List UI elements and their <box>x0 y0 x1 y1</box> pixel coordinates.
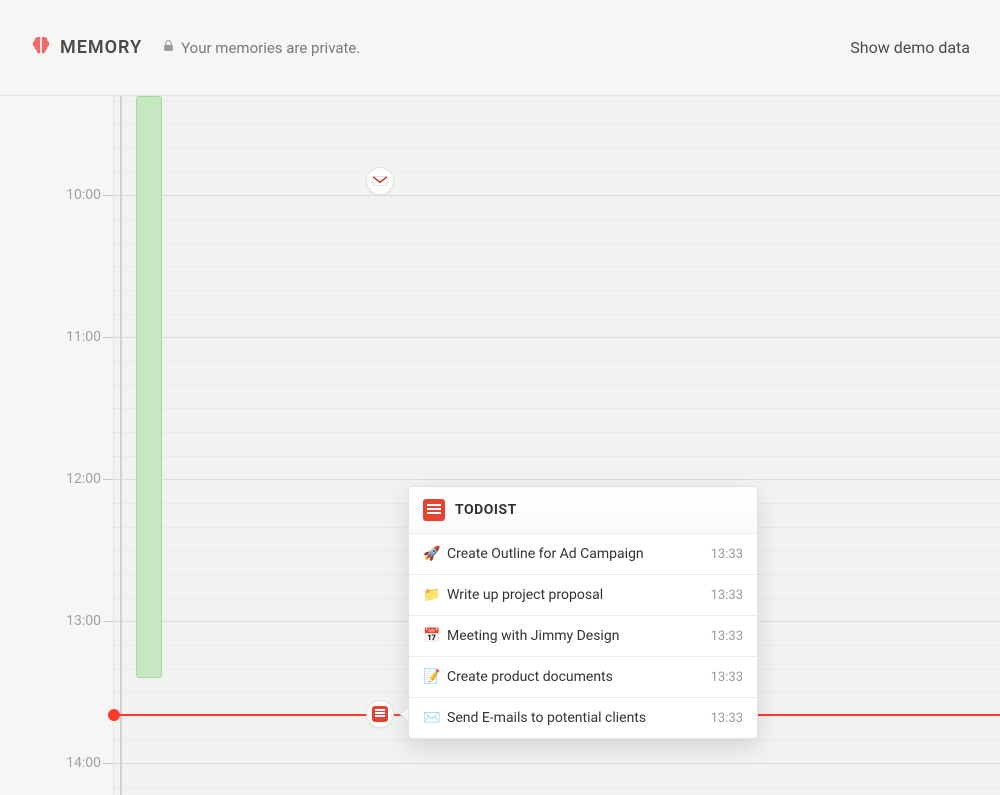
task-left: 📅 Meeting with Jimmy Design <box>423 628 619 644</box>
sub-hour-line <box>114 740 1000 741</box>
sub-hour-line <box>114 290 1000 291</box>
vertical-track <box>120 96 122 795</box>
task-title: Send E-mails to potential clients <box>447 710 646 726</box>
task-list: 🚀 Create Outline for Ad Campaign 13:33 📁 Wri… <box>409 534 757 738</box>
hour-tick <box>103 621 113 622</box>
task-time: 13:33 <box>711 711 743 726</box>
todoist-icon <box>372 706 388 722</box>
show-demo-link[interactable]: Show demo data <box>850 38 970 57</box>
sub-hour-line <box>114 385 1000 386</box>
time-label: 12:00 <box>1 471 101 487</box>
time-label: 14:00 <box>1 755 101 771</box>
time-label: 11:00 <box>1 329 101 345</box>
privacy-label: Your memories are private. <box>162 39 360 57</box>
sub-hour-line <box>114 432 1000 433</box>
header-left: MEMORY Your memories are private. <box>30 35 360 61</box>
task-emoji-icon: 📅 <box>423 628 439 644</box>
tracked-time-block[interactable] <box>136 96 162 678</box>
task-row[interactable]: 🚀 Create Outline for Ad Campaign 13:33 <box>409 534 757 575</box>
hour-line <box>114 479 1000 480</box>
hour-tick <box>103 763 113 764</box>
task-left: 📝 Create product documents <box>423 669 613 685</box>
task-left: 📁 Write up project proposal <box>423 587 603 603</box>
task-title: Meeting with Jimmy Design <box>447 628 619 644</box>
hour-tick <box>103 479 113 480</box>
sub-hour-line <box>114 148 1000 149</box>
task-time: 13:33 <box>711 588 743 603</box>
task-row[interactable]: 📝 Create product documents 13:33 <box>409 657 757 698</box>
time-label: 10:00 <box>1 187 101 203</box>
task-row[interactable]: 📅 Meeting with Jimmy Design 13:33 <box>409 616 757 657</box>
hour-line <box>114 195 1000 196</box>
task-time: 13:33 <box>711 629 743 644</box>
sub-hour-line <box>114 101 1000 102</box>
hour-tick <box>103 195 113 196</box>
hour-tick <box>103 337 113 338</box>
sub-hour-line <box>114 361 1000 362</box>
todoist-icon <box>423 499 445 521</box>
task-emoji-icon: 🚀 <box>423 546 439 562</box>
sub-hour-line <box>114 787 1000 788</box>
popover-header: TODOIST <box>409 487 757 534</box>
task-left: 🚀 Create Outline for Ad Campaign <box>423 546 644 562</box>
app-header: MEMORY Your memories are private. Show d… <box>0 0 1000 96</box>
sub-hour-line <box>114 408 1000 409</box>
current-time-dot <box>108 709 120 721</box>
todoist-event-marker[interactable] <box>366 700 394 728</box>
task-emoji-icon: 📁 <box>423 587 439 603</box>
task-emoji-icon: 📝 <box>423 669 439 685</box>
sub-hour-line <box>114 172 1000 173</box>
popover-title: TODOIST <box>455 502 517 518</box>
task-time: 13:33 <box>711 670 743 685</box>
task-title: Create Outline for Ad Campaign <box>447 546 644 562</box>
sub-hour-line <box>114 314 1000 315</box>
brain-icon <box>30 35 52 61</box>
sub-hour-line <box>114 219 1000 220</box>
privacy-text: Your memories are private. <box>181 39 360 57</box>
todoist-popover: TODOIST 🚀 Create Outline for Ad Campaign 1… <box>408 486 758 739</box>
sub-hour-line <box>114 124 1000 125</box>
task-time: 13:33 <box>711 547 743 562</box>
brand-text: MEMORY <box>60 37 142 58</box>
sub-hour-line <box>114 243 1000 244</box>
task-row[interactable]: 📁 Write up project proposal 13:33 <box>409 575 757 616</box>
sub-hour-line <box>114 266 1000 267</box>
brand-logo[interactable]: MEMORY <box>30 35 142 61</box>
sub-hour-line <box>114 456 1000 457</box>
time-label: 13:00 <box>1 613 101 629</box>
task-left: ✉️ Send E-mails to potential clients <box>423 710 646 726</box>
timeline[interactable]: 10:00 11:00 12:00 13:00 14:00 TODOIST 🚀 Creat… <box>0 96 1000 795</box>
lock-icon <box>162 39 175 57</box>
hour-line <box>114 337 1000 338</box>
hour-line <box>114 763 1000 764</box>
gmail-icon <box>372 172 388 191</box>
task-emoji-icon: ✉️ <box>423 710 439 726</box>
time-gutter: 10:00 11:00 12:00 13:00 14:00 <box>0 96 114 795</box>
task-title: Create product documents <box>447 669 613 685</box>
task-row[interactable]: ✉️ Send E-mails to potential clients 13:33 <box>409 698 757 738</box>
task-title: Write up project proposal <box>447 587 603 603</box>
gmail-event-marker[interactable] <box>366 167 394 195</box>
